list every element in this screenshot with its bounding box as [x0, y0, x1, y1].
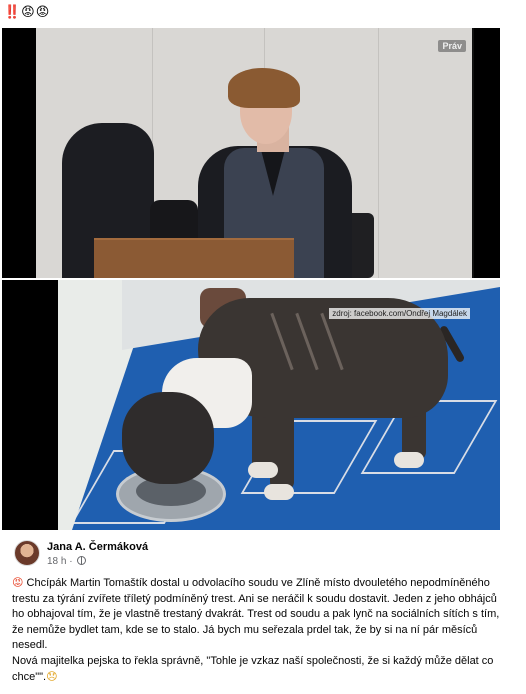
post-meta: 18 h ·	[47, 556, 87, 567]
tv-watermark: Práv	[438, 40, 466, 52]
dog-head	[122, 392, 214, 484]
dog-photo[interactable]: zdroj: facebook.com/Ondřej Magdálek	[2, 280, 500, 530]
avatar[interactable]	[14, 540, 40, 566]
post-text: 😡 Chcípák Martin Tomaštík dostal u odvol…	[12, 575, 500, 686]
black-border-left	[2, 280, 58, 530]
black-border-right	[474, 28, 500, 278]
disappointed-face-icon: 😞	[46, 670, 58, 683]
post-paragraph-1-text: Chcípák Martin Tomaštík dostal u odvolac…	[12, 577, 500, 651]
post-header-emojis: ‼️😡😡	[4, 4, 50, 22]
post-paragraph-2-text: Nová majitelka pejska to řekla správně, …	[12, 654, 494, 684]
black-border-left	[2, 28, 36, 278]
angry-face-icon: 😡	[12, 576, 24, 589]
man-hair	[228, 68, 300, 108]
courtroom-photo[interactable]: Práv	[2, 28, 500, 278]
post-time[interactable]: 18 h	[47, 556, 66, 567]
author-name[interactable]: Jana A. Čermáková	[47, 541, 148, 553]
desk	[94, 240, 294, 278]
header-emoji-text: ‼️😡😡	[4, 5, 51, 20]
meta-separator: ·	[69, 556, 73, 567]
source-watermark: zdroj: facebook.com/Ondřej Magdálek	[329, 308, 470, 319]
post-paragraph-2: Nová majitelka pejska to řekla správně, …	[12, 654, 500, 686]
post-author-row: Jana A. Čermáková 18 h ·	[14, 540, 494, 570]
globe-icon[interactable]	[77, 556, 87, 565]
post-paragraph-1: 😡 Chcípák Martin Tomaštík dostal u odvol…	[12, 575, 500, 654]
